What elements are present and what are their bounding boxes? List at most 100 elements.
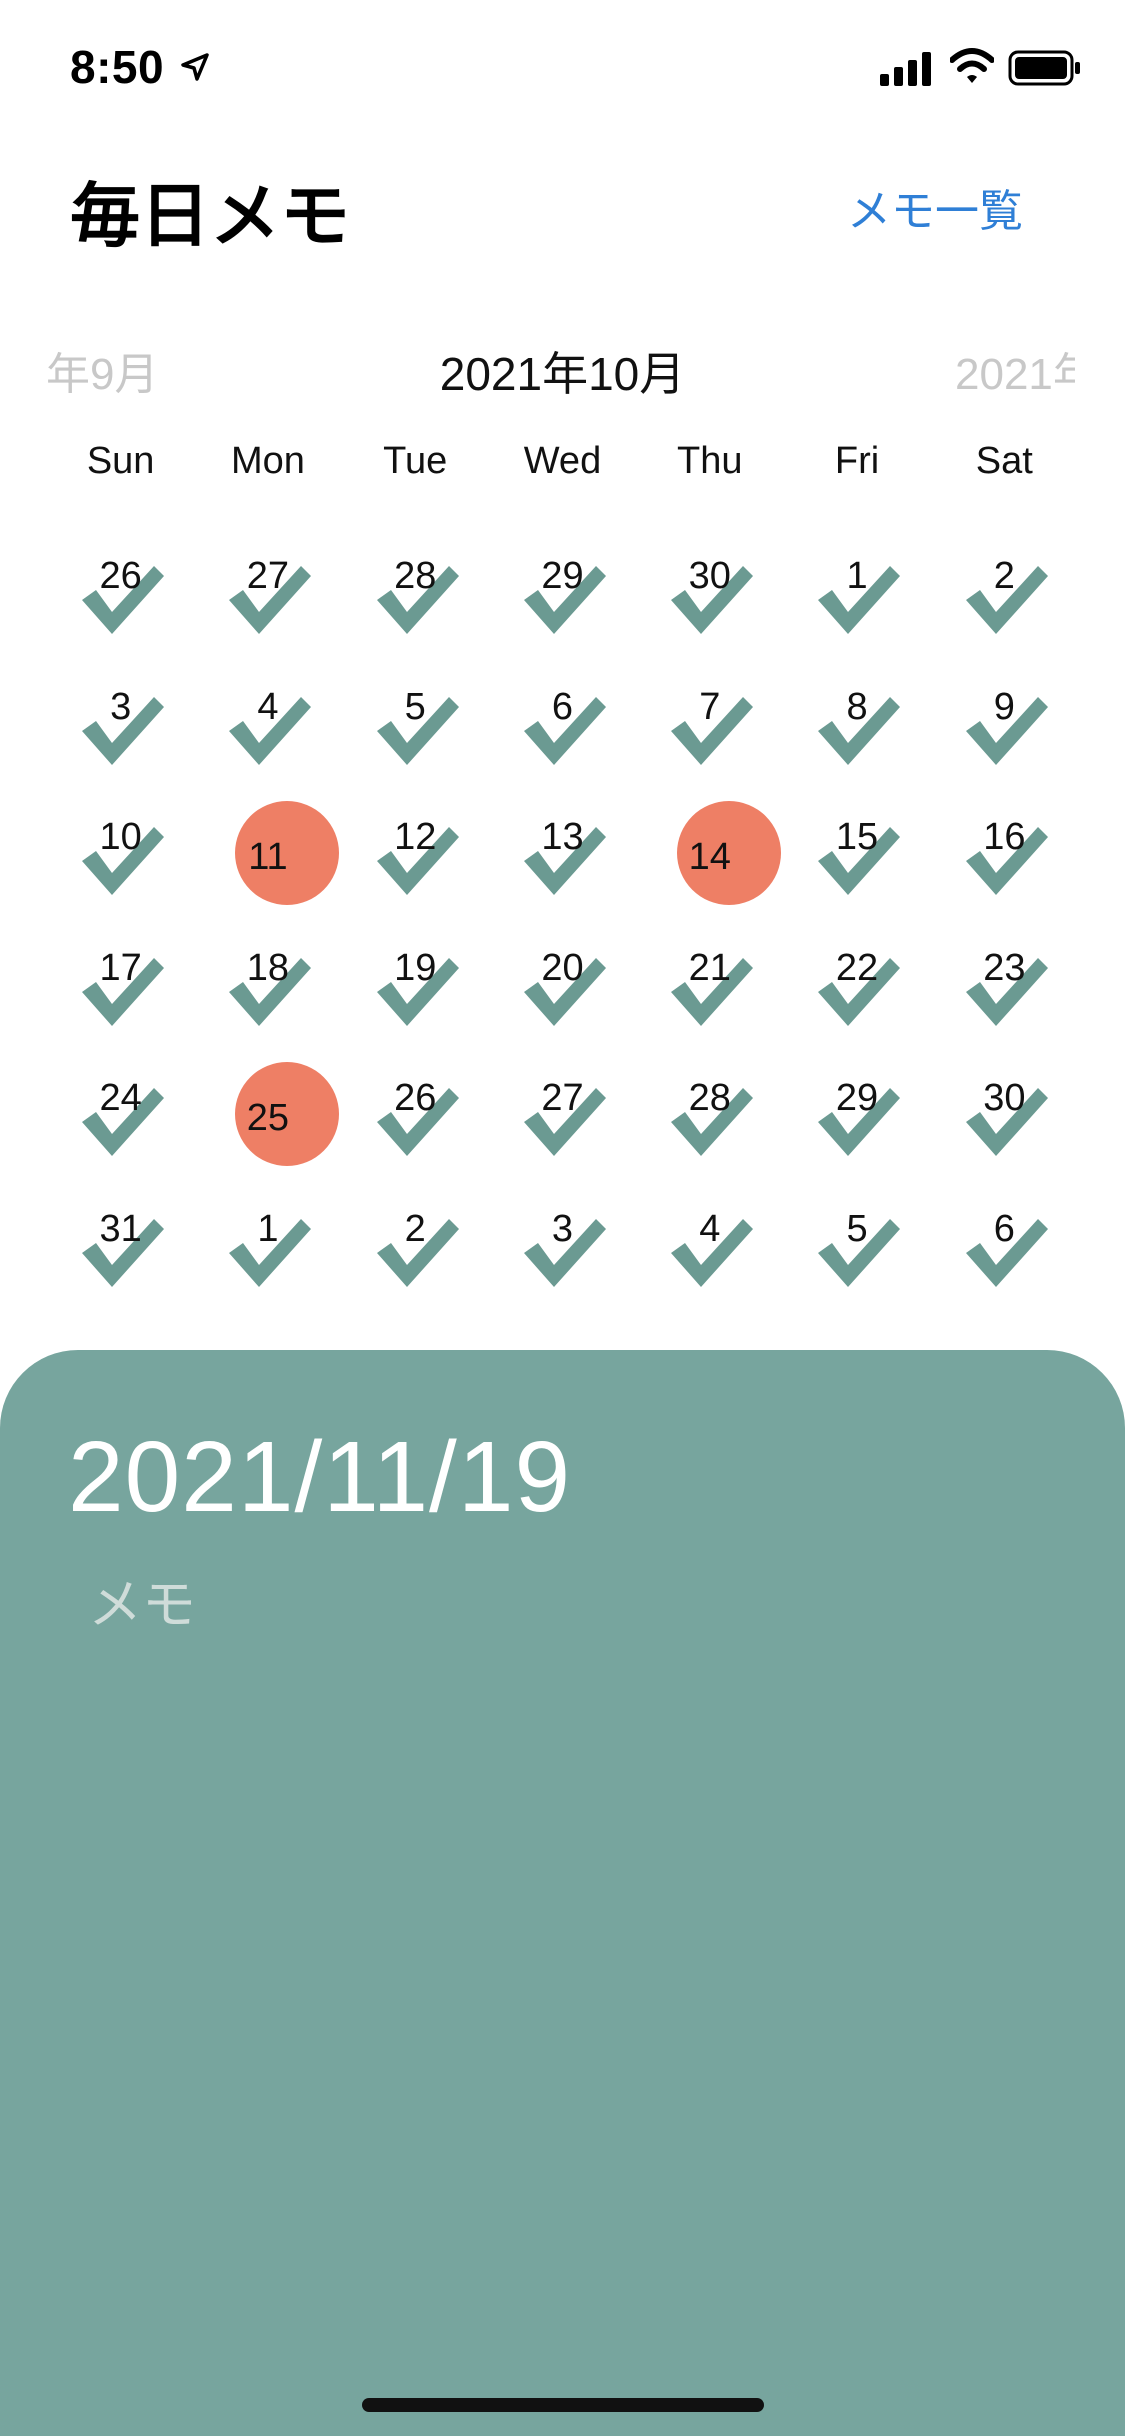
calendar-day[interactable]: 25 bbox=[194, 1049, 341, 1180]
calendar-day[interactable]: 5 bbox=[342, 658, 489, 789]
day-number: 25 bbox=[246, 1097, 290, 1140]
day-number: 14 bbox=[688, 836, 731, 879]
status-bar: 8:50 bbox=[0, 0, 1125, 132]
day-number: 6 bbox=[551, 685, 574, 728]
calendar-day[interactable]: 18 bbox=[194, 919, 341, 1050]
day-number: 12 bbox=[394, 816, 437, 859]
calendar-day[interactable]: 30 bbox=[931, 1049, 1078, 1180]
calendar-day[interactable]: 2 bbox=[342, 1180, 489, 1311]
day-number: 3 bbox=[110, 685, 132, 728]
calendar-day[interactable]: 12 bbox=[342, 788, 489, 919]
calendar-day[interactable]: 13 bbox=[489, 788, 636, 919]
calendar-day[interactable]: 6 bbox=[931, 1180, 1078, 1311]
calendar-day[interactable]: 26 bbox=[47, 527, 194, 658]
memo-sheet: 2021/11/19 メモ bbox=[0, 1350, 1125, 2436]
calendar-day[interactable]: 16 bbox=[931, 788, 1078, 919]
day-number: 1 bbox=[257, 1207, 279, 1250]
calendar-day[interactable]: 17 bbox=[47, 919, 194, 1050]
day-number: 3 bbox=[551, 1207, 574, 1250]
weekday-label: Fri bbox=[834, 440, 880, 482]
battery-icon bbox=[1008, 50, 1080, 86]
calendar-day[interactable]: 10 bbox=[47, 788, 194, 919]
weekday-label: Wed bbox=[523, 440, 602, 482]
calendar-day[interactable]: 30 bbox=[636, 527, 783, 658]
calendar-day[interactable]: 4 bbox=[194, 658, 341, 789]
calendar-day[interactable]: 1 bbox=[194, 1180, 341, 1311]
calendar-day[interactable]: 29 bbox=[783, 1049, 930, 1180]
day-number: 30 bbox=[983, 1077, 1026, 1120]
calendar-day[interactable]: 8 bbox=[783, 658, 930, 789]
day-number: 5 bbox=[846, 1207, 868, 1250]
calendar-day[interactable]: 29 bbox=[489, 527, 636, 658]
calendar-day[interactable]: 26 bbox=[342, 1049, 489, 1180]
calendar-day[interactable]: 31 bbox=[47, 1180, 194, 1311]
calendar-day[interactable]: 4 bbox=[636, 1180, 783, 1311]
day-number: 26 bbox=[394, 1077, 437, 1120]
day-number: 4 bbox=[257, 685, 279, 728]
day-number: 4 bbox=[699, 1207, 721, 1250]
day-number: 15 bbox=[835, 816, 879, 859]
memo-input[interactable]: メモ bbox=[88, 1560, 196, 1639]
calendar-day[interactable]: 9 bbox=[931, 658, 1078, 789]
selected-date: 2021/11/19 bbox=[68, 1421, 572, 1533]
calendar-day[interactable]: 23 bbox=[931, 919, 1078, 1050]
day-number: 27 bbox=[246, 555, 290, 597]
calendar-day[interactable]: 27 bbox=[489, 1049, 636, 1180]
cellular-signal-icon bbox=[880, 52, 931, 86]
day-number: 2 bbox=[993, 555, 1015, 597]
day-number: 8 bbox=[846, 685, 868, 728]
day-number: 5 bbox=[404, 685, 426, 728]
weekday-label: Mon bbox=[230, 440, 305, 482]
calendar-day[interactable]: 22 bbox=[783, 919, 930, 1050]
day-number: 27 bbox=[541, 1077, 584, 1120]
day-number: 28 bbox=[688, 1077, 731, 1120]
day-number: 16 bbox=[983, 816, 1026, 859]
day-number: 2 bbox=[404, 1207, 426, 1250]
calendar-day[interactable]: 2 bbox=[931, 527, 1078, 658]
calendar-day[interactable]: 11 bbox=[194, 788, 341, 919]
calendar-day[interactable]: 5 bbox=[783, 1180, 930, 1311]
calendar-day[interactable]: 7 bbox=[636, 658, 783, 789]
day-number: 18 bbox=[246, 946, 290, 989]
day-number: 30 bbox=[688, 555, 731, 597]
day-number: 29 bbox=[835, 1077, 879, 1120]
day-number: 28 bbox=[394, 555, 437, 597]
calendar-day[interactable]: 27 bbox=[194, 527, 341, 658]
weekday-label: Thu bbox=[677, 440, 743, 482]
day-number: 29 bbox=[541, 555, 584, 597]
weekday-label: Sun bbox=[86, 440, 155, 482]
next-month-label[interactable]: 2021年 bbox=[955, 338, 1075, 402]
calendar-grid: 26 27 28 29 30 1 2 3 4 5 6 7 8 9 10 11 12 13 14 15 16 17 18 19 2… bbox=[47, 527, 1078, 1311]
calendar-day[interactable]: 20 bbox=[489, 919, 636, 1050]
location-arrow-icon bbox=[181, 53, 209, 81]
calendar-day[interactable]: 15 bbox=[783, 788, 930, 919]
day-number: 31 bbox=[99, 1207, 142, 1250]
calendar-day[interactable]: 24 bbox=[47, 1049, 194, 1180]
calendar-day[interactable]: 28 bbox=[342, 527, 489, 658]
day-number: 23 bbox=[983, 946, 1026, 989]
day-number: 9 bbox=[993, 685, 1015, 728]
calendar-day[interactable]: 3 bbox=[47, 658, 194, 789]
calendar-day[interactable]: 21 bbox=[636, 919, 783, 1050]
day-number: 20 bbox=[541, 946, 584, 989]
calendar-day[interactable]: 6 bbox=[489, 658, 636, 789]
day-number: 6 bbox=[993, 1207, 1015, 1250]
day-number: 24 bbox=[99, 1077, 142, 1120]
day-number: 7 bbox=[699, 685, 721, 728]
calendar-day[interactable]: 19 bbox=[342, 919, 489, 1050]
day-number: 1 bbox=[846, 555, 868, 597]
day-number: 11 bbox=[248, 836, 288, 879]
calendar-day[interactable]: 14 bbox=[636, 788, 783, 919]
calendar-day[interactable]: 3 bbox=[489, 1180, 636, 1311]
calendar-day[interactable]: 28 bbox=[636, 1049, 783, 1180]
weekday-label: Tue bbox=[383, 440, 448, 482]
page-title: 毎日メモ bbox=[70, 177, 350, 255]
day-number: 13 bbox=[541, 816, 584, 859]
wifi-icon bbox=[950, 48, 994, 83]
day-number: 19 bbox=[394, 946, 437, 989]
home-indicator bbox=[362, 2398, 764, 2412]
calendar-day[interactable]: 1 bbox=[783, 527, 930, 658]
day-number: 26 bbox=[99, 555, 142, 597]
memo-list-button[interactable]: メモ一覧 bbox=[847, 175, 1023, 239]
day-number: 21 bbox=[688, 946, 731, 989]
